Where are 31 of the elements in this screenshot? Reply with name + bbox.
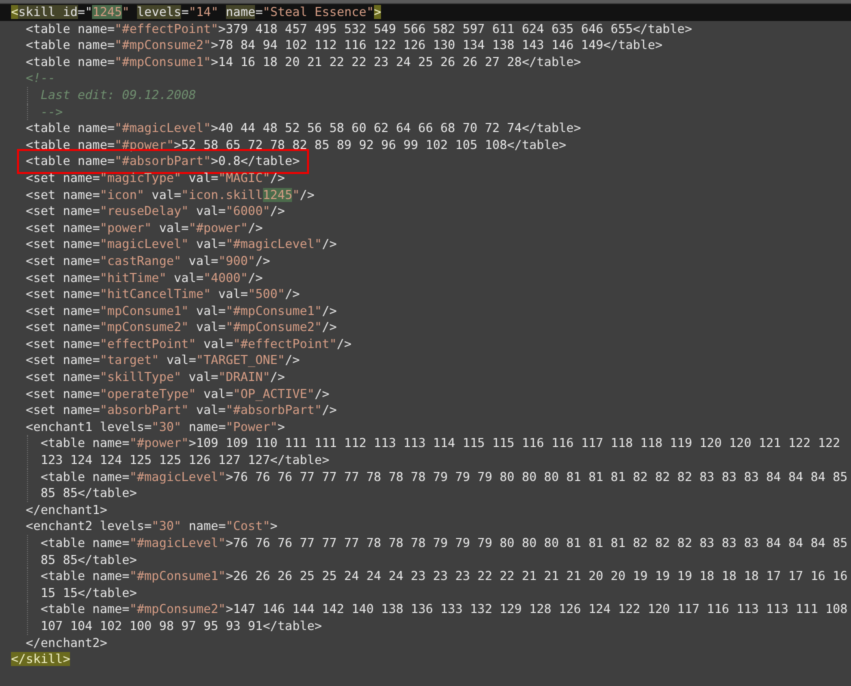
code-line: <table name="#effectPoint">379 418 457 495 532 549 566 582 597 611 624 635 646 655</table> xyxy=(24,20,694,38)
code-line: <enchant2 levels="30" name="Cost"> xyxy=(24,518,279,535)
code-line: <set name="castRange" val="900"/> xyxy=(24,252,272,270)
code-line: </enchant1> xyxy=(24,502,108,518)
code-line: <set name="mpConsume1" val="#mpConsume1"/> xyxy=(24,302,338,320)
code-line: <set name="skillType" val="DRAIN"/> xyxy=(24,369,286,386)
code-line: --> xyxy=(40,104,64,120)
code-line: <enchant1 levels="30" name="Power"> xyxy=(24,418,286,436)
code-line: <set name="magicLevel" val="#magicLevel"/> xyxy=(24,236,338,253)
code-line: </enchant2> xyxy=(24,634,108,652)
code-line: <set name="icon" val="icon.skill1245"/> xyxy=(24,186,316,204)
code-line: <set name="hitCancelTime" val="500"/> xyxy=(24,286,301,303)
code-line: <table name="#mpConsume1">14 16 18 20 21 22 22 23 24 25 26 26 27 28</table> xyxy=(24,54,582,70)
code-line: <table name="#mpConsume2">78 84 94 102 112 116 122 126 130 134 138 143 146 149</table> xyxy=(24,37,664,54)
code-line: Last edit: 09.12.2008 xyxy=(40,86,198,104)
code-line: </skill> xyxy=(10,651,72,668)
code-line: <set name="power" val="#power"/> xyxy=(24,220,264,236)
code-line: <!-- xyxy=(24,70,56,87)
code-line: <set name="effectPoint" val="#effectPoint"/> xyxy=(24,336,353,352)
code-line: <set name="hitTime" val="4000"/> xyxy=(24,270,264,286)
code-line: <table name="#magicLevel">40 44 48 52 56 58 60 62 64 66 68 70 72 74</table> xyxy=(24,120,582,137)
code-line: <table name="#mpConsume2">147 146 144 142 140 138 136 133 132 129 128 126 124 122 120 117 116 113 113 111 108 107 104 102 100 98 97 95 93 91</table> xyxy=(40,601,849,635)
code-line: <table name="#magicLevel">76 76 76 77 77 77 78 78 78 79 79 79 80 80 80 81 81 81 82 82 82 83 83 83 84 84 84 85 85 85</table> xyxy=(40,468,849,502)
code-line: <skill id="1245" levels="14" name="Steal Essence"> xyxy=(10,4,382,21)
code-line: <set name="absorbPart" val="#absorbPart"/> xyxy=(24,402,338,419)
code-line: <set name="mpConsume2" val="#mpConsume2"/> xyxy=(24,319,338,336)
code-line: <set name="operateType" val="OP_ACTIVE"/> xyxy=(24,386,330,402)
code-line: <set name="reuseDelay" val="6000"/> xyxy=(24,203,286,220)
code-line: <set name="magicType" val="MAGIC"/> xyxy=(24,170,286,187)
code-line: <table name="#power">52 58 65 72 78 82 85 89 92 96 99 102 105 108</table> xyxy=(24,136,568,154)
code-line: <set name="target" val="TARGET_ONE"/> xyxy=(24,352,301,370)
